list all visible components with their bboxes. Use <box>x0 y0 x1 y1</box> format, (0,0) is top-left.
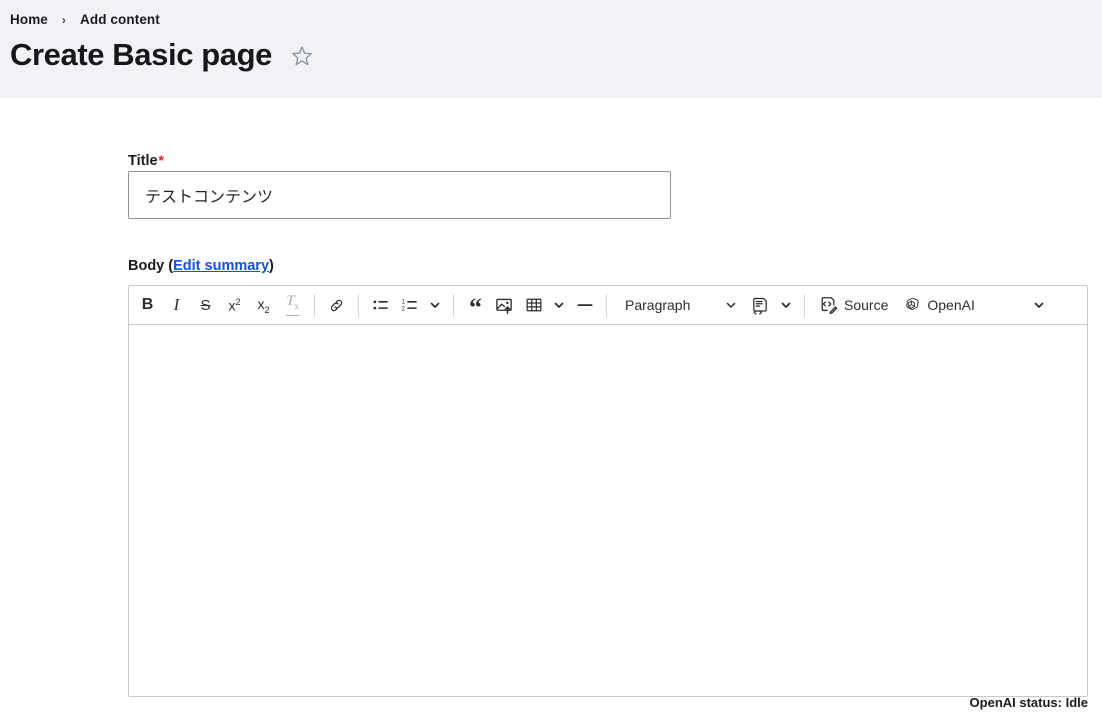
horizontal-line-button[interactable] <box>570 290 599 321</box>
breadcrumb-separator-icon: › <box>61 12 67 27</box>
breadcrumb-home[interactable]: Home <box>10 12 48 27</box>
openai-options-chevron[interactable] <box>1028 290 1050 321</box>
body-field-label: Body (Edit summary) <box>128 256 1088 276</box>
template-icon <box>751 296 770 315</box>
svg-text:2: 2 <box>401 306 405 313</box>
paragraph-style-value: Paragraph <box>625 297 691 313</box>
body-editor-area[interactable] <box>129 325 1087 696</box>
strikethrough-icon: S <box>200 296 211 314</box>
chevron-down-icon <box>725 299 737 311</box>
superscript-icon: x2 <box>228 296 241 314</box>
superscript-button[interactable]: x2 <box>220 290 249 321</box>
bulleted-list-button[interactable] <box>366 290 395 321</box>
numbered-list-button[interactable]: 1 2 <box>395 290 424 321</box>
source-editing-button[interactable]: Source <box>812 290 895 321</box>
block-quote-icon: “ <box>469 293 482 322</box>
page-title: Create Basic page <box>10 37 272 72</box>
openai-status-text: OpenAI status: Idle <box>969 695 1088 710</box>
breadcrumb-add-content[interactable]: Add content <box>80 12 160 27</box>
page-header: Home › Add content Create Basic page <box>0 0 1102 98</box>
source-button-label: Source <box>844 297 889 313</box>
bold-icon: B <box>141 296 154 313</box>
bulleted-list-icon <box>372 296 390 314</box>
table-icon <box>525 296 543 314</box>
toolbar-separator <box>453 293 454 317</box>
list-options-chevron[interactable] <box>424 290 446 321</box>
content-form: Title* Body (Edit summary) B I S x2 x2 <box>128 150 1088 697</box>
toolbar-separator <box>804 293 805 317</box>
title-label-text: Title <box>128 153 158 169</box>
subscript-icon: x2 <box>257 295 270 315</box>
required-asterisk: * <box>158 152 164 168</box>
template-options-chevron[interactable] <box>775 290 797 321</box>
editor-toolbar: B I S x2 x2 Tx 1 2 “ Paragraph Source Op… <box>129 286 1087 325</box>
template-button[interactable] <box>746 290 775 321</box>
title-field-label: Title* <box>128 152 164 169</box>
link-icon <box>328 297 345 314</box>
italic-button[interactable]: I <box>162 290 191 321</box>
openai-button-label: OpenAI <box>927 297 975 313</box>
table-options-chevron[interactable] <box>548 290 570 321</box>
horizontal-line-icon <box>575 296 595 314</box>
body-label-prefix: Body ( <box>128 258 174 274</box>
star-outline-icon[interactable] <box>290 44 314 68</box>
link-button[interactable] <box>322 290 351 321</box>
toolbar-separator <box>358 293 359 317</box>
source-code-icon <box>819 296 838 315</box>
edit-summary-link[interactable]: Edit summary <box>173 258 269 274</box>
svg-text:1: 1 <box>401 299 405 306</box>
bold-button[interactable]: B <box>133 290 162 321</box>
body-label-suffix: ) <box>269 258 274 274</box>
italic-icon: I <box>173 295 180 314</box>
toolbar-separator <box>606 293 607 317</box>
insert-image-button[interactable] <box>490 290 519 321</box>
remove-format-icon: Tx <box>286 294 299 316</box>
toolbar-separator <box>314 293 315 317</box>
image-upload-icon <box>495 296 514 315</box>
rich-text-editor: B I S x2 x2 Tx 1 2 “ Paragraph Source Op… <box>128 285 1088 697</box>
openai-button[interactable]: OpenAI <box>895 290 981 321</box>
insert-table-button[interactable] <box>519 290 548 321</box>
title-input[interactable] <box>128 171 671 219</box>
breadcrumb: Home › Add content <box>10 12 160 27</box>
strikethrough-button[interactable]: S <box>191 290 220 321</box>
remove-format-button[interactable]: Tx <box>278 290 307 321</box>
subscript-button[interactable]: x2 <box>249 290 278 321</box>
block-quote-button[interactable]: “ <box>461 290 490 321</box>
title-row: Create Basic page <box>10 33 314 77</box>
openai-logo-icon <box>902 296 921 315</box>
numbered-list-icon: 1 2 <box>401 296 419 314</box>
paragraph-style-dropdown[interactable]: Paragraph <box>614 290 746 321</box>
